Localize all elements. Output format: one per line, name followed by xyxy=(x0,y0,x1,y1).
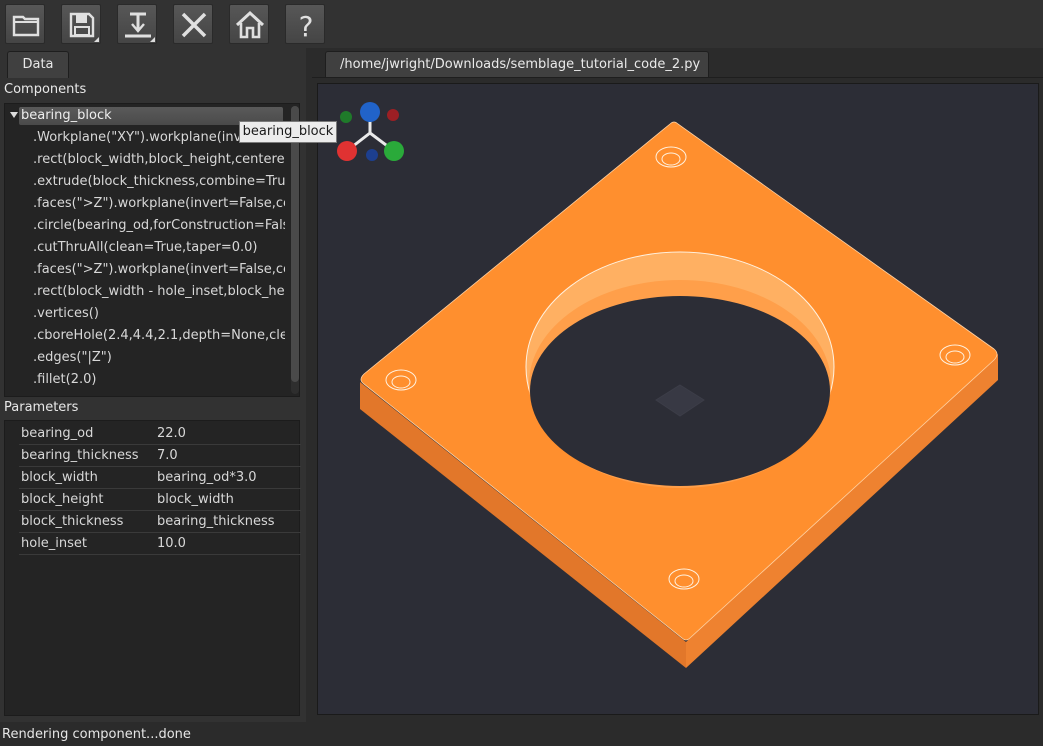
data-panel: Data Components bearing_block .Workplane… xyxy=(0,48,306,722)
save-button[interactable] xyxy=(61,4,101,44)
tree-item[interactable]: .circle(bearing_od,forConstruction=Fals xyxy=(33,216,285,236)
table-row[interactable]: hole_inset 10.0 xyxy=(19,533,301,555)
tree-item[interactable]: .faces(">Z").workplane(invert=False,cen xyxy=(33,260,285,280)
help-icon: ? xyxy=(299,10,314,41)
tab-file[interactable]: /home/jwright/Downloads/semblage_tutoria… xyxy=(325,51,709,78)
table-row[interactable]: block_thickness bearing_thickness xyxy=(19,511,301,533)
expand-caret-icon[interactable] xyxy=(10,112,18,118)
param-value[interactable]: bearing_thickness xyxy=(157,511,275,533)
axis-triad[interactable] xyxy=(337,102,404,161)
table-row[interactable]: block_height block_width xyxy=(19,489,301,511)
tree-item[interactable]: .cutThruAll(clean=True,taper=0.0) xyxy=(33,238,285,258)
param-name: block_height xyxy=(21,492,104,507)
dropdown-arrow-icon xyxy=(150,37,155,42)
tree-item[interactable]: .rect(block_width,block_height,centere xyxy=(33,150,285,170)
tree-item[interactable]: .rect(block_width - hole_inset,block_hei xyxy=(33,282,285,302)
tree-item[interactable]: .faces(">Z").workplane(invert=False,cen xyxy=(33,194,285,214)
status-text: Rendering component...done xyxy=(2,727,191,742)
tooltip: bearing_block xyxy=(239,121,337,143)
tree-scrollbar[interactable] xyxy=(291,106,299,394)
param-value[interactable]: bearing_od*3.0 xyxy=(157,467,257,489)
close-button[interactable] xyxy=(173,4,213,44)
table-row[interactable]: bearing_thickness 7.0 xyxy=(19,445,301,467)
param-value[interactable]: 7.0 xyxy=(157,445,178,467)
parameters-table: bearing_od 22.0 bearing_thickness 7.0 bl… xyxy=(4,420,301,716)
open-button[interactable] xyxy=(5,4,45,44)
help-button[interactable]: ? xyxy=(285,4,325,44)
table-row[interactable]: block_width bearing_od*3.0 xyxy=(19,467,301,489)
param-value[interactable]: block_width xyxy=(157,489,234,511)
param-value[interactable]: 10.0 xyxy=(157,533,186,555)
dropdown-arrow-icon xyxy=(94,37,99,42)
export-button[interactable] xyxy=(117,4,157,44)
tree-item[interactable]: .extrude(block_thickness,combine=Tru xyxy=(33,172,285,192)
tree-item[interactable]: .cboreHole(2.4,4.4,2.1,depth=None,cle xyxy=(33,326,285,346)
components-title: Components xyxy=(4,82,87,97)
tab-strip-divider xyxy=(312,77,1043,78)
parameters-title: Parameters xyxy=(4,400,79,415)
status-bar: Rendering component...done xyxy=(0,724,1043,746)
table-row[interactable]: bearing_od 22.0 xyxy=(19,423,301,445)
param-name: block_thickness xyxy=(21,514,124,529)
main-toolbar: ? xyxy=(0,0,1043,48)
param-name: bearing_od xyxy=(21,426,94,441)
param-value[interactable]: 22.0 xyxy=(157,423,186,445)
param-name: hole_inset xyxy=(21,536,88,551)
tree-item[interactable]: .edges("|Z") xyxy=(33,348,285,368)
folder-icon xyxy=(12,15,40,37)
3d-viewport[interactable] xyxy=(317,83,1039,715)
tab-data[interactable]: Data xyxy=(7,51,69,78)
param-name: bearing_thickness xyxy=(21,448,139,463)
components-tree[interactable]: bearing_block .Workplane("XY").workplane… xyxy=(4,103,300,397)
tree-item[interactable]: .vertices() xyxy=(33,304,285,324)
scrollbar-thumb[interactable] xyxy=(291,106,299,382)
3d-model-view xyxy=(337,102,998,668)
home-icon xyxy=(235,10,265,39)
tree-item[interactable]: .fillet(2.0) xyxy=(33,370,285,390)
close-icon xyxy=(181,12,207,38)
svg-text:?: ? xyxy=(299,10,314,41)
home-button[interactable] xyxy=(229,4,269,44)
param-name: block_width xyxy=(21,470,98,485)
